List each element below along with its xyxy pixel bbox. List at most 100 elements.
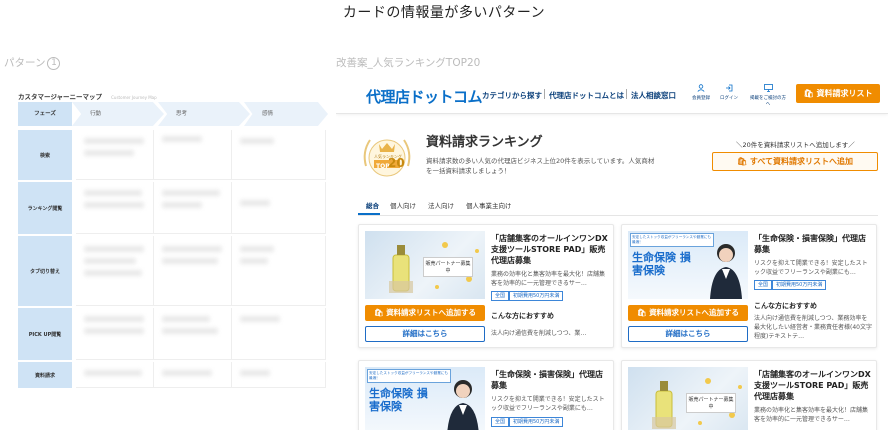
request-list-button[interactable]: 🛍 資料請求リスト [796, 84, 880, 103]
nav-divider [626, 89, 627, 99]
site-header: 代理店ドットコム カテゴリから探す 代理店ドットコムとは 法人相談窓口 会員登録… [336, 78, 888, 114]
cjm-phase-row: フェーズ 行動 思考 感情 [18, 102, 328, 126]
improvement-label: 改善案_人気ランキングTOP20 [336, 57, 481, 69]
cjm-cell [76, 182, 154, 234]
ranking-card[interactable]: 安定したストック収益がフリーランスや副業にも最適！ 生命保険 損害保険 「生命保… [621, 224, 877, 348]
page-title: カードの情報量が多いパターン [342, 5, 546, 21]
tag-initial-cost: 初期費用50万円未満 [772, 280, 827, 290]
card-image: 安定したストック収益がフリーランスや副業にも最適！ 生命保険 損害保険 [628, 231, 748, 299]
tab-divider [358, 215, 878, 216]
detail-button[interactable]: 詳細はこちら [365, 326, 485, 342]
card-image-banner: 安定したストック収益がフリーランスや副業にも最適！ [367, 369, 451, 383]
site-logo[interactable]: 代理店ドットコム [366, 86, 483, 107]
person-photo-icon [710, 244, 742, 299]
cjm-row-ranking: ランキング閲覧 [18, 182, 326, 234]
card-recommend-text: 法人向け通信費を削減しつつ、業… [491, 330, 587, 337]
monitor-icon [748, 84, 788, 95]
header-advertise-label: 掲載をご検討の方へ [750, 96, 786, 107]
add-all-note: ＼20件を資料請求リストへ追加します／ [736, 141, 855, 149]
cjm-title: カスタマージャーニーマップ [18, 93, 103, 101]
cjm-cell [232, 308, 326, 360]
card-title[interactable]: 「生命保険・損害保険」代理店募集 [491, 369, 609, 391]
nav-about[interactable]: 代理店ドットコムとは [549, 90, 624, 101]
cart-icon: 🛍 [736, 157, 750, 166]
cjm-cell [76, 236, 154, 306]
person-photo-icon [447, 380, 479, 430]
add-to-list-label: 資料請求リストへ追加する [386, 308, 477, 317]
card-recommend-text: 法人向け通信費を削減しつつ、業務効率を最大化したい経営者・業務責任者様(40文字… [754, 315, 872, 340]
ranking-card[interactable]: 安定したストック収益がフリーランスや副業にも最適！ 生命保険 損害保険 「生命保… [358, 360, 614, 430]
request-list-label: 資料請求リスト [816, 89, 873, 98]
cjm-subtitle: Customer Journey Map [111, 95, 157, 100]
pattern-number: 1 [47, 57, 61, 70]
cjm-cell [76, 308, 154, 360]
card-image-banner: 販売パートナー募集中 [423, 257, 473, 277]
cjm-row-pickup: PICK UP閲覧 [18, 308, 326, 360]
cjm-row-header: ランキング閲覧 [18, 182, 72, 234]
tag-region: 全国 [491, 417, 510, 427]
ranking-title: 資料請求ランキング [426, 135, 543, 150]
customer-journey-map: カスタマージャーニーマップ Customer Journey Map フェーズ … [14, 84, 328, 430]
cjm-cell [232, 236, 326, 306]
badge-number: 20 [388, 156, 405, 170]
card-description: リスクを抑えて開業できる！安定したストック収益でフリーランスや副業にも… [754, 260, 868, 276]
card-title[interactable]: 「店舗集客のオールインワンDX支援ツールSTORE PAD」販売代理店募集 [754, 369, 872, 402]
card-recommend-title: こんな方におすすめ [754, 302, 817, 310]
cart-icon: 🛍 [803, 89, 817, 98]
tag-region: 全国 [491, 291, 510, 301]
detail-button[interactable]: 詳細はこちら [628, 326, 748, 342]
cjm-row-search: 検索 [18, 130, 326, 180]
header-login[interactable]: ログイン [714, 84, 744, 101]
cjm-phase-action: 行動 [72, 102, 164, 126]
ranking-description: 資料請求数の多い人気の代理店ビジネス上位20件を表示しています。人気商材を一括資… [426, 157, 655, 175]
tab-sole-proprietor[interactable]: 個人事業主向け [466, 200, 512, 210]
card-description: 業務の効率化と集客効率を最大化！店舗集客を効率的に一元管理できるサー… [754, 407, 869, 423]
cjm-row-header: 検索 [18, 130, 72, 180]
pattern-label-text: パターン [4, 57, 46, 69]
cjm-cell [154, 182, 232, 234]
tab-overall[interactable]: 総合 [366, 200, 379, 210]
header-advertise[interactable]: 掲載をご検討の方へ [748, 84, 788, 107]
cjm-heading: カスタマージャーニーマップ Customer Journey Map [14, 84, 326, 103]
header-register-label: 会員登録 [692, 96, 710, 101]
add-all-button[interactable]: 🛍 すべて資料請求リストへ追加 [712, 152, 878, 171]
card-image: 販売パートナー募集中 [628, 367, 748, 430]
cjm-row-header: PICK UP閲覧 [18, 308, 72, 360]
pattern-label: パターン 1 [4, 55, 61, 70]
card-description: 業務の効率化と集客効率を最大化！店舗集客を効率的に一元管理できるサー… [491, 271, 606, 287]
header-login-label: ログイン [720, 96, 738, 101]
cjm-row-header: タブ切り替え [18, 236, 72, 306]
ranking-card[interactable]: 販売パートナー募集中 「店舗集客のオールインワンDX支援ツールSTORE PAD… [358, 224, 614, 348]
cjm-cell [232, 362, 326, 388]
add-to-list-button[interactable]: 🛍 資料請求リストへ追加する [365, 305, 485, 321]
cjm-row-header: 資料請求 [18, 362, 72, 388]
nav-divider [544, 89, 545, 99]
nav-corporate[interactable]: 法人相談窓口 [631, 90, 676, 101]
tag-region: 全国 [754, 280, 773, 290]
cjm-phase-thought: 思考 [158, 102, 250, 126]
card-title[interactable]: 「生命保険・損害保険」代理店募集 [754, 233, 872, 255]
card-image-banner: 販売パートナー募集中 [686, 393, 736, 413]
cjm-row-request: 資料請求 [18, 362, 326, 388]
card-recommend-title: こんな方におすすめ [491, 312, 554, 320]
ranking-card[interactable]: 販売パートナー募集中 「店舗集客のオールインワンDX支援ツールSTORE PAD… [621, 360, 877, 430]
cart-icon: 🛍 [636, 308, 650, 317]
site-mockup: 代理店ドットコム カテゴリから探す 代理店ドットコムとは 法人相談窓口 会員登録… [336, 78, 888, 430]
card-image-headline: 生命保険 損害保険 [369, 387, 428, 413]
add-to-list-button[interactable]: 🛍 資料請求リストへ追加する [628, 305, 748, 321]
cjm-cell [154, 308, 232, 360]
add-to-list-label: 資料請求リストへ追加する [649, 308, 740, 317]
card-image-banner: 安定したストック収益がフリーランスや副業にも最適！ [630, 233, 714, 247]
cjm-cell [154, 362, 232, 388]
cjm-cell [232, 130, 326, 180]
card-description: リスクを抑えて開業できる！安定したストック収益でフリーランスや副業にも… [491, 396, 605, 412]
nav-category[interactable]: カテゴリから探す [482, 90, 542, 101]
card-title[interactable]: 「店舗集客のオールインワンDX支援ツールSTORE PAD」販売代理店募集 [491, 233, 609, 266]
cjm-cell [76, 130, 154, 180]
tag-initial-cost: 初期費用50万円未満 [509, 417, 564, 427]
header-register[interactable]: 会員登録 [686, 84, 716, 101]
tab-individual[interactable]: 個人向け [390, 200, 416, 210]
tab-corporate[interactable]: 法人向け [428, 200, 454, 210]
card-image: 販売パートナー募集中 [365, 231, 485, 299]
cjm-phase-emotion: 感情 [244, 102, 328, 126]
